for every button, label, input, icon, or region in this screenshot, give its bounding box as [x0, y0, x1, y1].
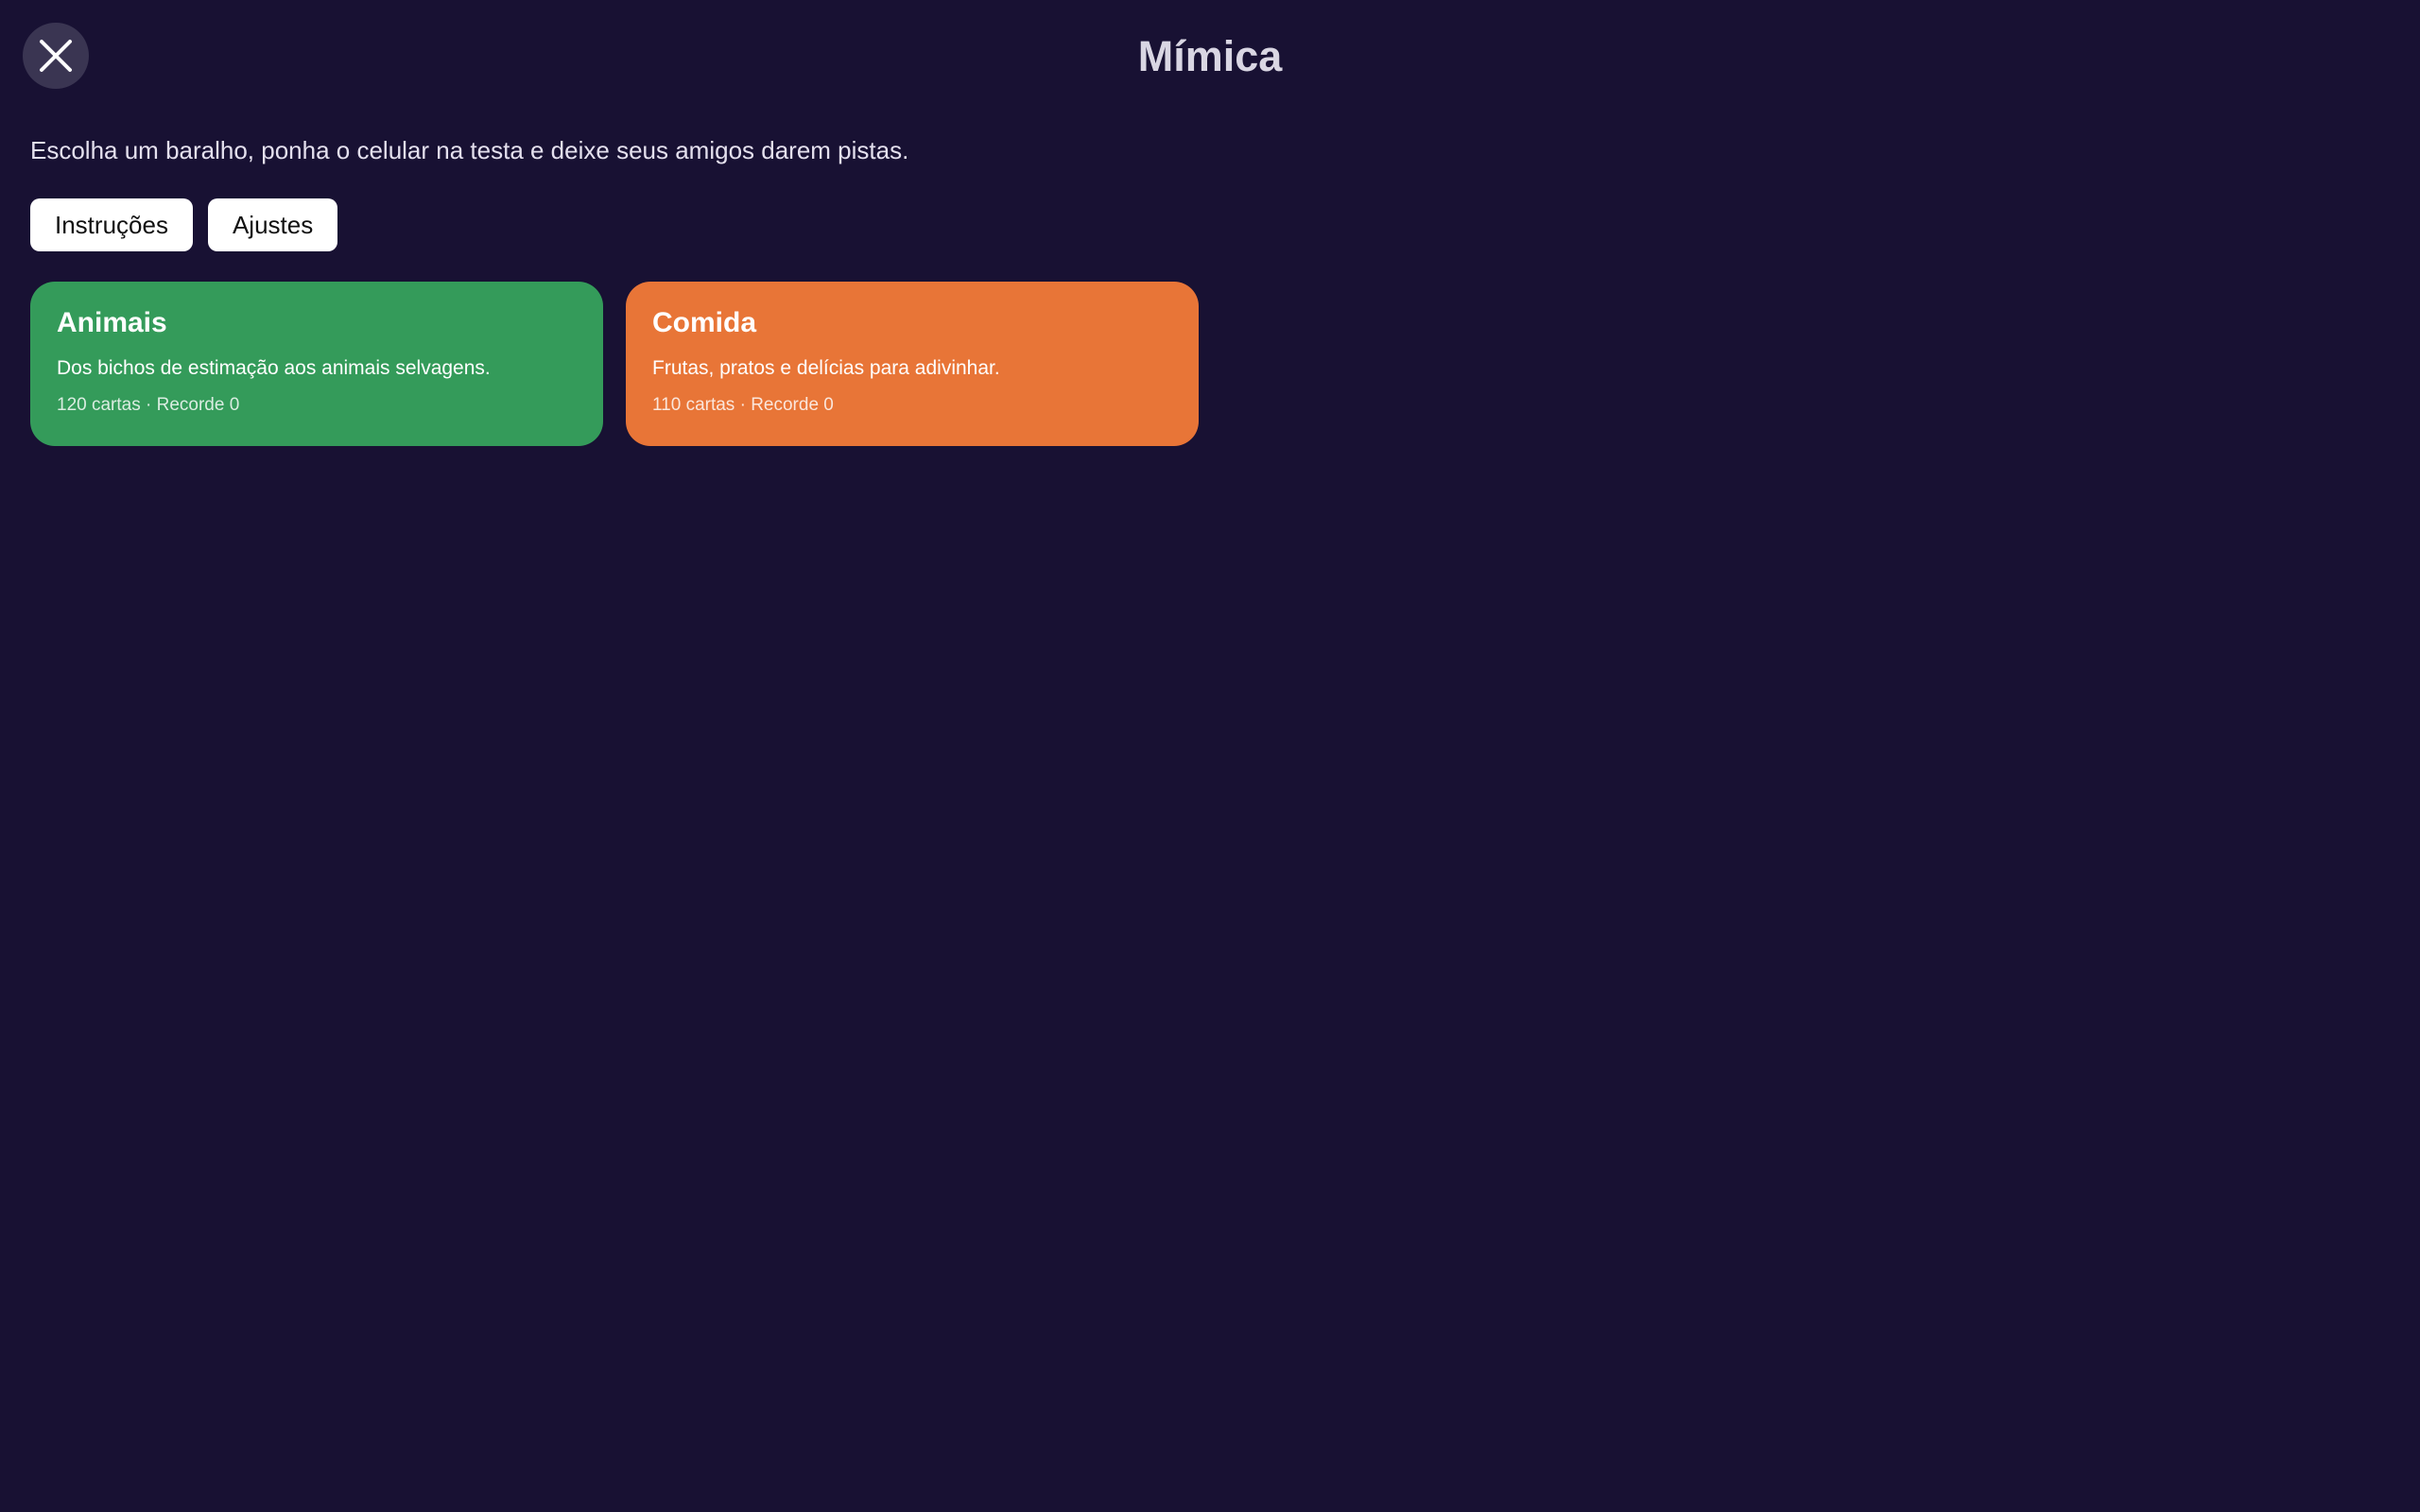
- deck-description: Frutas, pratos e delícias para adivinhar…: [652, 357, 1000, 379]
- deck-meta: 120 cartas · Recorde 0: [57, 395, 240, 415]
- page-title: Mímica: [1137, 32, 1283, 80]
- deck-card-comida[interactable]: Comida Frutas, pratos e delícias para ad…: [626, 282, 1199, 446]
- action-buttons: Instruções Ajustes: [30, 198, 338, 251]
- instructions-button[interactable]: Instruções: [30, 198, 193, 251]
- intro-text: Escolha um baralho, ponha o celular na t…: [30, 136, 909, 164]
- deck-meta: 110 cartas · Recorde 0: [652, 395, 834, 415]
- deck-title: Animais: [57, 307, 167, 338]
- deck-grid: Animais Dos bichos de estimação aos anim…: [30, 282, 1199, 446]
- settings-button[interactable]: Ajustes: [207, 198, 338, 251]
- deck-title: Comida: [652, 307, 757, 338]
- deck-description: Dos bichos de estimação aos animais selv…: [57, 357, 491, 379]
- deck-card-animais[interactable]: Animais Dos bichos de estimação aos anim…: [30, 282, 603, 446]
